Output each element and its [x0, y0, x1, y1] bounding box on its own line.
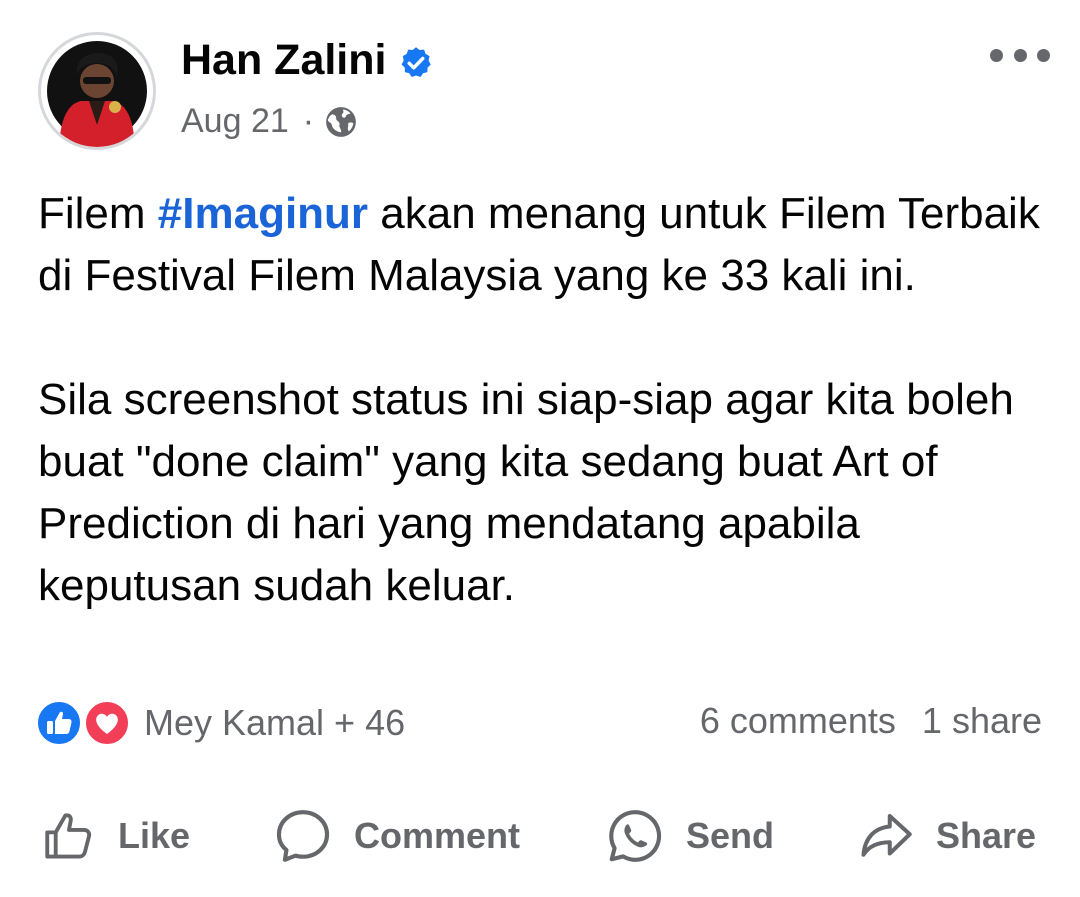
more-dot — [990, 48, 1003, 62]
post-body: Filem #Imaginur akan menang untuk Filem … — [38, 183, 1048, 617]
like-icon — [45, 813, 92, 859]
love-reaction-icon — [84, 700, 130, 746]
whatsapp-icon — [609, 810, 662, 862]
comment-button[interactable]: Comment — [272, 800, 520, 872]
post-paragraph-1: Filem #Imaginur akan menang untuk Filem … — [38, 183, 1048, 307]
post-paragraph-2: Sila screenshot status ini siap-siap aga… — [38, 375, 1014, 610]
more-options-icon[interactable] — [990, 40, 1050, 70]
hashtag-link[interactable]: #Imaginur — [158, 189, 368, 238]
post-meta: Aug 21 · — [181, 102, 358, 141]
share-button[interactable]: Share — [856, 800, 1036, 872]
like-reaction-icon — [36, 700, 82, 746]
send-label: Send — [686, 815, 775, 856]
author-name[interactable]: Han Zalini — [181, 36, 386, 85]
like-button[interactable]: Like — [40, 800, 190, 872]
comments-count[interactable]: 6 comments — [700, 700, 896, 742]
shares-count[interactable]: 1 share — [922, 700, 1042, 742]
profile-photo — [47, 41, 147, 147]
author-row: Han Zalini — [181, 36, 434, 85]
send-button[interactable]: Send — [604, 800, 774, 872]
more-dot — [1037, 48, 1050, 62]
reaction-icons — [36, 700, 136, 746]
engagement-counts: 6 comments 1 share — [700, 700, 1042, 742]
meta-separator: · — [302, 102, 315, 140]
more-dot — [1013, 48, 1027, 62]
post-date[interactable]: Aug 21 — [181, 102, 289, 141]
verified-badge-icon — [398, 43, 434, 79]
reactors-label[interactable]: Mey Kamal + 46 — [144, 702, 405, 744]
globe-icon[interactable] — [324, 105, 358, 139]
avatar[interactable] — [38, 32, 156, 150]
comment-label: Comment — [354, 815, 521, 856]
comment-icon — [276, 810, 330, 862]
share-arrow-icon — [861, 814, 912, 857]
like-label: Like — [118, 815, 191, 856]
post-text: Filem — [38, 189, 158, 238]
share-label: Share — [936, 815, 1037, 856]
reaction-summary[interactable]: Mey Kamal + 46 — [36, 700, 405, 746]
action-bar: Like Comment Send Share — [0, 800, 1080, 872]
